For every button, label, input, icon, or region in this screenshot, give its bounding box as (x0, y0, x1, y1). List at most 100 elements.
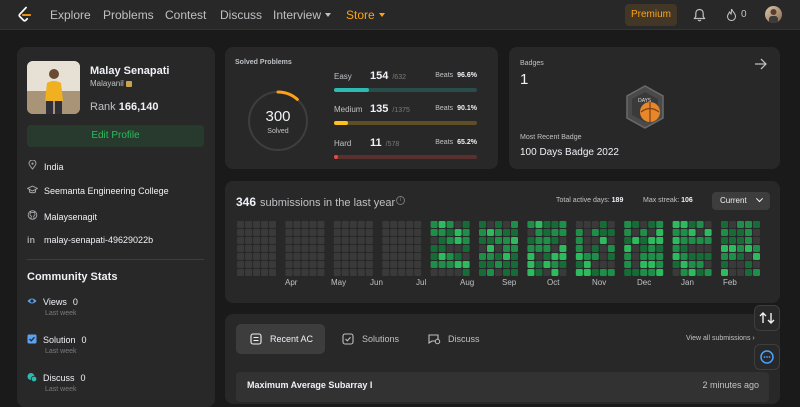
heatmap-cell[interactable] (680, 269, 688, 276)
nav-discuss[interactable]: Discuss (220, 8, 262, 22)
heatmap-cell[interactable] (656, 261, 664, 268)
heatmap-cell[interactable] (648, 269, 656, 276)
heatmap-cell[interactable] (390, 229, 398, 236)
heatmap-cell[interactable] (406, 237, 414, 244)
heatmap-cell[interactable] (551, 221, 559, 228)
heatmap-cell[interactable] (333, 237, 341, 244)
heatmap-cell[interactable] (503, 245, 510, 252)
heatmap-cell[interactable] (382, 221, 390, 228)
heatmap-cell[interactable] (382, 237, 390, 244)
heatmap-cell[interactable] (269, 269, 276, 276)
heatmap-cell[interactable] (688, 245, 696, 252)
heatmap-cell[interactable] (301, 245, 309, 252)
heatmap-cell[interactable] (503, 253, 510, 260)
heatmap-cell[interactable] (454, 245, 462, 252)
heatmap-cell[interactable] (253, 221, 260, 228)
heatmap-cell[interactable] (575, 229, 583, 236)
heatmap-cell[interactable] (672, 221, 680, 228)
heatmap-cell[interactable] (454, 221, 462, 228)
heatmap-cell[interactable] (365, 253, 373, 260)
premium-button[interactable]: Premium (625, 4, 677, 26)
heatmap-cell[interactable] (704, 269, 712, 276)
recent-ac-row[interactable]: Maximum Average Subarray I 2 minutes ago (236, 372, 769, 402)
heatmap-cell[interactable] (640, 245, 648, 252)
heatmap-cell[interactable] (624, 245, 632, 252)
heatmap-cell[interactable] (341, 269, 349, 276)
heatmap-cell[interactable] (511, 221, 518, 228)
heatmap-cell[interactable] (527, 221, 535, 228)
heatmap-cell[interactable] (357, 221, 365, 228)
heatmap-cell[interactable] (261, 253, 268, 260)
heatmap-cell[interactable] (349, 237, 357, 244)
heatmap-cell[interactable] (406, 229, 414, 236)
heatmap-cell[interactable] (253, 261, 260, 268)
heatmap-cell[interactable] (462, 261, 470, 268)
info-icon[interactable]: i (396, 196, 405, 205)
heatmap-cell[interactable] (503, 269, 510, 276)
heatmap-cell[interactable] (527, 237, 535, 244)
heatmap-cell[interactable] (309, 237, 317, 244)
heatmap-cell[interactable] (648, 245, 656, 252)
heatmap-cell[interactable] (688, 261, 696, 268)
heatmap-cell[interactable] (406, 221, 414, 228)
heatmap-cell[interactable] (341, 237, 349, 244)
heatmap-cell[interactable] (269, 253, 276, 260)
heatmap-cell[interactable] (527, 245, 535, 252)
heatmap-cell[interactable] (535, 261, 543, 268)
heatmap-cell[interactable] (446, 245, 454, 252)
heatmap-cell[interactable] (357, 253, 365, 260)
heatmap-cell[interactable] (591, 261, 599, 268)
linkedin-link[interactable]: malay-senapati-49629022b (44, 235, 153, 245)
heatmap-cell[interactable] (704, 253, 712, 260)
heatmap-cell[interactable] (454, 269, 462, 276)
heatmap-cell[interactable] (680, 245, 688, 252)
heatmap-cell[interactable] (317, 237, 325, 244)
heatmap-cell[interactable] (414, 245, 422, 252)
heatmap-cell[interactable] (527, 253, 535, 260)
heatmap-cell[interactable] (317, 261, 325, 268)
heatmap-cell[interactable] (293, 221, 301, 228)
heatmap-cell[interactable] (479, 221, 486, 228)
heatmap-cell[interactable] (607, 253, 615, 260)
heatmap-cell[interactable] (511, 245, 518, 252)
heatmap-cell[interactable] (357, 245, 365, 252)
heatmap-cell[interactable] (729, 237, 736, 244)
heatmap-cell[interactable] (607, 245, 615, 252)
heatmap-cell[interactable] (745, 269, 752, 276)
heatmap-cell[interactable] (721, 245, 728, 252)
heatmap-cell[interactable] (575, 269, 583, 276)
heatmap-cell[interactable] (349, 253, 357, 260)
heatmap-cell[interactable] (454, 261, 462, 268)
heatmap-cell[interactable] (672, 245, 680, 252)
heatmap-cell[interactable] (503, 261, 510, 268)
heatmap-cell[interactable] (745, 245, 752, 252)
heatmap-cell[interactable] (479, 229, 486, 236)
heatmap-cell[interactable] (688, 229, 696, 236)
heatmap-cell[interactable] (607, 261, 615, 268)
heatmap-cell[interactable] (398, 253, 406, 260)
heatmap-cell[interactable] (688, 253, 696, 260)
heatmap-cell[interactable] (333, 245, 341, 252)
heatmap-cell[interactable] (753, 221, 760, 228)
heatmap-cell[interactable] (301, 269, 309, 276)
heatmap-cell[interactable] (688, 269, 696, 276)
heatmap-cell[interactable] (293, 261, 301, 268)
heatmap-cell[interactable] (503, 237, 510, 244)
heatmap-cell[interactable] (261, 261, 268, 268)
heatmap-cell[interactable] (285, 261, 293, 268)
heatmap-cell[interactable] (357, 261, 365, 268)
heatmap-cell[interactable] (317, 229, 325, 236)
heatmap-cell[interactable] (454, 237, 462, 244)
heatmap-cell[interactable] (341, 229, 349, 236)
heatmap-cell[interactable] (583, 229, 591, 236)
heatmap-cell[interactable] (527, 261, 535, 268)
heatmap-cell[interactable] (390, 253, 398, 260)
heatmap-cell[interactable] (680, 229, 688, 236)
heatmap-cell[interactable] (599, 253, 607, 260)
heatmap-cell[interactable] (357, 269, 365, 276)
heatmap-cell[interactable] (559, 221, 567, 228)
heatmap-cell[interactable] (640, 229, 648, 236)
heatmap-cell[interactable] (245, 221, 252, 228)
heatmap-cell[interactable] (430, 261, 438, 268)
edit-profile-button[interactable]: Edit Profile (27, 125, 204, 147)
